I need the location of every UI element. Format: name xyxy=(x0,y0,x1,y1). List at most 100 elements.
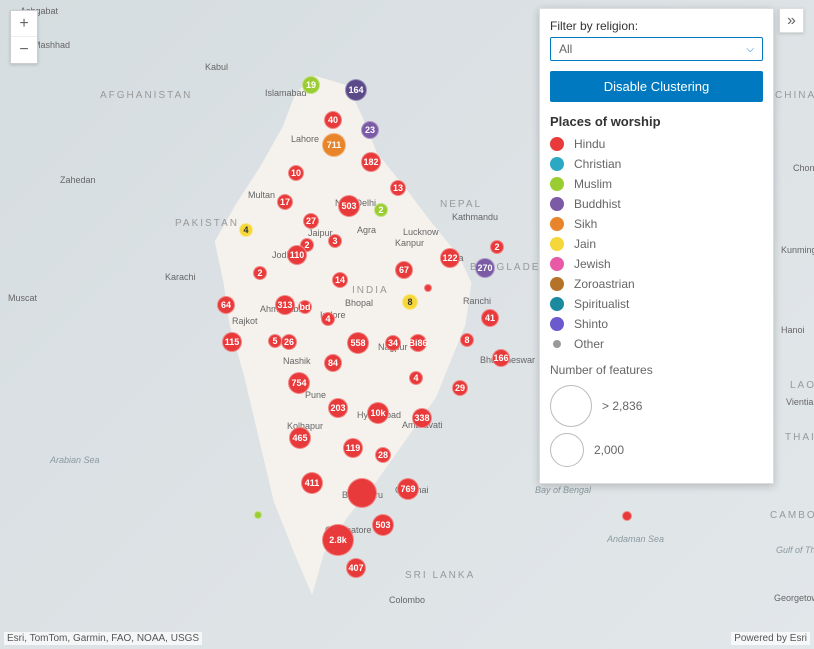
cluster-marker[interactable]: 34 xyxy=(385,335,401,351)
cluster-marker[interactable]: 28 xyxy=(375,447,391,463)
country-label: THAILAND xyxy=(785,432,814,443)
cluster-marker[interactable]: 503 xyxy=(372,514,394,536)
zoom-in-button[interactable]: + xyxy=(11,11,37,37)
legend-item: Hindu xyxy=(550,137,763,151)
city-label: Chongqing xyxy=(793,163,814,173)
cluster-marker[interactable]: 19 xyxy=(302,76,320,94)
cluster-marker[interactable]: 754 xyxy=(288,372,310,394)
cluster-marker[interactable]: 5 xyxy=(268,334,282,348)
cluster-marker[interactable]: 40 xyxy=(324,111,342,129)
legend-swatch xyxy=(550,237,564,251)
cluster-marker[interactable]: 10 xyxy=(288,165,304,181)
cluster-marker[interactable]: 558 xyxy=(347,332,369,354)
legend-label: Other xyxy=(574,337,604,351)
cluster-marker[interactable]: 14 xyxy=(332,272,348,288)
cluster-marker[interactable]: 122 xyxy=(440,248,460,268)
city-label: Zahedan xyxy=(60,175,96,185)
country-label: CAMBODIA xyxy=(770,510,814,521)
cluster-marker[interactable]: 338 xyxy=(412,408,432,428)
cluster-marker[interactable]: 8 xyxy=(460,333,474,347)
legend-label: Muslim xyxy=(574,177,612,191)
city-label: Rajkot xyxy=(232,316,258,326)
cluster-marker[interactable]: 119 xyxy=(343,438,363,458)
cluster-marker[interactable]: 2 xyxy=(490,240,504,254)
cluster-marker[interactable]: 13 xyxy=(390,180,406,196)
attribution-right: Powered by Esri xyxy=(731,632,810,645)
cluster-marker[interactable]: bd xyxy=(298,300,312,314)
cluster-marker[interactable] xyxy=(424,284,432,292)
cluster-marker[interactable]: 17 xyxy=(277,194,293,210)
cluster-marker[interactable]: 166 xyxy=(492,349,510,367)
religion-select[interactable]: All ⌵ xyxy=(550,37,763,61)
legend-swatch xyxy=(550,317,564,331)
cluster-marker[interactable]: 8 xyxy=(402,294,418,310)
filter-label: Filter by religion: xyxy=(550,19,763,33)
cluster-marker[interactable]: 313 xyxy=(275,295,295,315)
cluster-marker[interactable]: 84 xyxy=(324,354,342,372)
cluster-marker[interactable]: 115 xyxy=(222,332,242,352)
cluster-marker[interactable]: 23 xyxy=(361,121,379,139)
cluster-marker[interactable]: 407 xyxy=(346,558,366,578)
cluster-marker[interactable]: 503 xyxy=(338,195,360,217)
city-label: Bay of Bengal xyxy=(535,485,591,495)
legend-label: Shinto xyxy=(574,317,608,331)
chevron-down-icon: ⌵ xyxy=(746,44,754,55)
cluster-marker[interactable]: 411 xyxy=(301,472,323,494)
city-label: Kanpur xyxy=(395,238,424,248)
country-label: SRI LANKA xyxy=(405,570,475,581)
cluster-marker[interactable]: 10k xyxy=(367,402,389,424)
cluster-marker[interactable] xyxy=(347,478,377,508)
cluster-marker[interactable]: 110 xyxy=(287,245,307,265)
legend-label: Spiritualist xyxy=(574,297,629,311)
city-label: Multan xyxy=(248,190,275,200)
cluster-marker[interactable]: 270 xyxy=(475,258,495,278)
legend-label: Jewish xyxy=(574,257,611,271)
legend-item: Muslim xyxy=(550,177,763,191)
size-circle xyxy=(550,433,584,467)
cluster-marker[interactable]: 4 xyxy=(239,223,253,237)
cluster-marker[interactable]: 2.8k xyxy=(322,524,354,556)
cluster-marker[interactable]: 4 xyxy=(409,371,423,385)
legend-swatch xyxy=(550,277,564,291)
cluster-marker[interactable]: 4 xyxy=(321,312,335,326)
cluster-marker[interactable]: 769 xyxy=(397,478,419,500)
cluster-marker[interactable]: 711 xyxy=(322,133,346,157)
city-label: Colombo xyxy=(389,595,425,605)
cluster-marker[interactable]: 203 xyxy=(328,398,348,418)
legend-swatch xyxy=(550,217,564,231)
side-panel: Filter by religion: All ⌵ Disable Cluste… xyxy=(539,8,774,484)
size-legend-item: > 2,836 xyxy=(550,385,763,427)
legend-item: Sikh xyxy=(550,217,763,231)
cluster-marker[interactable]: 29 xyxy=(452,380,468,396)
legend-item: Christian xyxy=(550,157,763,171)
cluster-marker[interactable]: 2 xyxy=(253,266,267,280)
cluster-marker[interactable]: 182 xyxy=(361,152,381,172)
cluster-marker[interactable]: 164 xyxy=(345,79,367,101)
expand-panel-button[interactable]: » xyxy=(779,8,804,33)
cluster-marker[interactable] xyxy=(622,511,632,521)
cluster-marker[interactable]: 465 xyxy=(289,427,311,449)
city-label: Agra xyxy=(357,225,376,235)
country-label: NEPAL xyxy=(440,199,482,210)
cluster-marker[interactable]: 3 xyxy=(328,234,342,248)
legend-item: Zoroastrian xyxy=(550,277,763,291)
legend-item: Other xyxy=(550,337,763,351)
cluster-marker[interactable]: 27 xyxy=(303,213,319,229)
city-label: Lucknow xyxy=(403,227,439,237)
size-legend-title: Number of features xyxy=(550,363,763,377)
legend-label: Buddhist xyxy=(574,197,621,211)
cluster-marker[interactable]: Bi86 xyxy=(409,334,427,352)
legend-label: Jain xyxy=(574,237,596,251)
cluster-marker[interactable]: 67 xyxy=(395,261,413,279)
country-label: INDIA xyxy=(352,285,389,296)
cluster-marker[interactable] xyxy=(254,511,262,519)
zoom-out-button[interactable]: − xyxy=(11,37,37,63)
cluster-marker[interactable]: 26 xyxy=(281,334,297,350)
cluster-marker[interactable]: 41 xyxy=(481,309,499,327)
cluster-marker[interactable]: 64 xyxy=(217,296,235,314)
country-label: CHINA xyxy=(775,90,814,101)
legend-swatch xyxy=(550,197,564,211)
disable-clustering-button[interactable]: Disable Clustering xyxy=(550,71,763,102)
cluster-marker[interactable]: 2 xyxy=(374,203,388,217)
size-circle xyxy=(550,385,592,427)
